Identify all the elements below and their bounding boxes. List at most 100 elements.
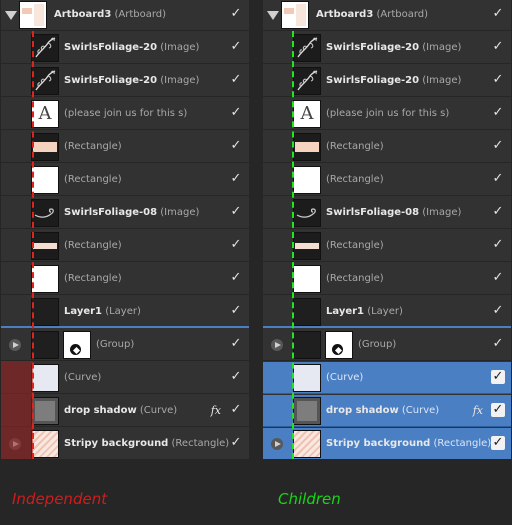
layer-thumbnail xyxy=(31,133,59,161)
visibility-checkbox[interactable]: ✓ xyxy=(229,271,243,285)
layer-thumbnail xyxy=(31,199,59,227)
layer-row[interactable]: Layer1 (Layer) ✓ xyxy=(1,296,249,328)
layer-thumbnail xyxy=(293,364,321,392)
layer-row[interactable]: (Rectangle) ✓ xyxy=(263,164,511,196)
layer-type: (Rectangle) xyxy=(326,141,384,152)
layer-row[interactable]: A (please join us for this s) ✓ xyxy=(263,98,511,130)
visibility-checkbox[interactable]: ✓ xyxy=(491,403,505,417)
layer-row[interactable]: (Curve) ✓ xyxy=(1,362,249,394)
visibility-checkbox[interactable]: ✓ xyxy=(491,337,505,351)
layer-row[interactable]: A (please join us for this s) ✓ xyxy=(1,98,249,130)
layer-row[interactable]: SwirlsFoliage-20 (Image) ✓ xyxy=(1,65,249,97)
layer-row[interactable]: (Rectangle) ✓ xyxy=(263,230,511,262)
layer-row[interactable]: (Rectangle) ✓ xyxy=(1,230,249,262)
visibility-checkbox[interactable]: ✓ xyxy=(229,7,243,21)
layer-row[interactable]: Stripy background (Rectangle) ✓ xyxy=(1,428,249,459)
layer-row[interactable]: (Rectangle) ✓ xyxy=(1,164,249,196)
visibility-checkbox[interactable]: ✓ xyxy=(229,106,243,120)
layer-label: (Curve) xyxy=(326,362,363,394)
layer-thumbnail xyxy=(293,397,321,425)
visibility-checkbox[interactable]: ✓ xyxy=(229,370,243,384)
layer-row[interactable]: Artboard3 (Artboard) ✓ xyxy=(1,0,249,31)
expand-arrow-icon[interactable] xyxy=(271,438,283,450)
visibility-checkbox[interactable]: ✓ xyxy=(229,436,243,450)
fx-icon[interactable]: fx xyxy=(473,395,483,427)
expand-arrow-icon[interactable] xyxy=(9,339,21,351)
visibility-checkbox[interactable]: ✓ xyxy=(491,205,505,219)
visibility-checkbox[interactable]: ✓ xyxy=(229,304,243,318)
layer-row[interactable]: SwirlsFoliage-20 (Image) ✓ xyxy=(263,65,511,97)
layer-row[interactable]: Stripy background (Rectangle) ✓ xyxy=(263,428,511,459)
caption-children: Children xyxy=(278,490,341,508)
layer-label: drop shadow (Curve) xyxy=(64,395,177,427)
layer-row[interactable]: SwirlsFoliage-20 (Image) ✓ xyxy=(1,32,249,64)
layer-type: (Artboard) xyxy=(114,9,167,20)
layer-type: (Image) xyxy=(160,42,200,53)
layer-drop-indicator xyxy=(1,326,249,328)
visibility-checkbox[interactable]: ✓ xyxy=(491,436,505,450)
layer-type: (Rectangle) xyxy=(64,240,122,251)
visibility-checkbox[interactable]: ✓ xyxy=(491,238,505,252)
layer-row[interactable]: (Group) ✓ xyxy=(263,329,511,361)
layer-thumbnail xyxy=(293,199,321,227)
visibility-checkbox[interactable]: ✓ xyxy=(229,172,243,186)
layer-name: Layer1 xyxy=(64,306,103,317)
layer-row[interactable]: SwirlsFoliage-20 (Image) ✓ xyxy=(263,32,511,64)
layer-row[interactable]: (Rectangle) ✓ xyxy=(263,263,511,295)
layer-thumbnail xyxy=(31,265,59,293)
visibility-checkbox[interactable]: ✓ xyxy=(491,73,505,87)
layer-thumbnail xyxy=(31,430,59,458)
visibility-checkbox[interactable]: ✓ xyxy=(229,403,243,417)
group-thumbnail xyxy=(63,331,91,359)
visibility-checkbox[interactable]: ✓ xyxy=(491,106,505,120)
layer-row[interactable]: (Rectangle) ✓ xyxy=(263,131,511,163)
layer-name: SwirlsFoliage-08 xyxy=(326,207,420,218)
layer-row[interactable]: Artboard3 (Artboard) ✓ xyxy=(263,0,511,31)
layer-type: (Curve) xyxy=(401,405,440,416)
visibility-checkbox[interactable]: ✓ xyxy=(229,238,243,252)
layer-thumbnail xyxy=(293,166,321,194)
layer-type: (Layer) xyxy=(367,306,403,317)
layer-row[interactable]: (Curve) ✓ xyxy=(263,362,511,394)
visibility-checkbox[interactable]: ✓ xyxy=(491,304,505,318)
layer-thumbnail: A xyxy=(293,100,321,128)
layer-name: drop shadow xyxy=(326,405,399,416)
layer-type: (Curve) xyxy=(64,372,102,383)
layer-row[interactable]: Layer1 (Layer) ✓ xyxy=(263,296,511,328)
visibility-checkbox[interactable]: ✓ xyxy=(491,139,505,153)
layer-row[interactable]: (Rectangle) ✓ xyxy=(1,263,249,295)
layer-type: (Curve) xyxy=(326,372,364,383)
visibility-checkbox[interactable]: ✓ xyxy=(491,172,505,186)
expand-arrow-icon[interactable] xyxy=(271,339,283,351)
layer-name: Stripy background xyxy=(64,438,169,449)
layer-label: (please join us for this s) xyxy=(326,98,449,130)
visibility-checkbox[interactable]: ✓ xyxy=(491,7,505,21)
visibility-checkbox[interactable]: ✓ xyxy=(229,40,243,54)
collapse-triangle-icon[interactable] xyxy=(267,11,279,20)
collapse-triangle-icon[interactable] xyxy=(5,11,17,20)
visibility-checkbox[interactable]: ✓ xyxy=(491,40,505,54)
layer-thumbnail xyxy=(31,34,59,62)
layer-label: Stripy background (Rectangle) xyxy=(64,428,229,459)
group-thumbnail xyxy=(325,331,353,359)
layer-row[interactable]: SwirlsFoliage-08 (Image) ✓ xyxy=(1,197,249,229)
layer-row[interactable]: (Rectangle) ✓ xyxy=(1,131,249,163)
layer-name: SwirlsFoliage-20 xyxy=(64,42,158,53)
fx-icon[interactable]: fx xyxy=(211,395,221,427)
layer-row[interactable]: drop shadow (Curve) fx ✓ xyxy=(263,395,511,427)
visibility-checkbox[interactable]: ✓ xyxy=(229,73,243,87)
layer-row[interactable]: (Group) ✓ xyxy=(1,329,249,361)
visibility-checkbox[interactable]: ✓ xyxy=(491,271,505,285)
layer-type: (Rectangle) xyxy=(326,240,384,251)
visibility-checkbox[interactable]: ✓ xyxy=(491,370,505,384)
layer-type: (please join us for this s) xyxy=(326,108,450,119)
visibility-checkbox[interactable]: ✓ xyxy=(229,139,243,153)
layer-label: (Group) xyxy=(358,329,396,361)
layer-row[interactable]: drop shadow (Curve) fx ✓ xyxy=(1,395,249,427)
visibility-checkbox[interactable]: ✓ xyxy=(229,205,243,219)
layer-type: (Rectangle) xyxy=(326,273,384,284)
layer-thumbnail xyxy=(31,232,59,260)
visibility-checkbox[interactable]: ✓ xyxy=(229,337,243,351)
layer-type: (Image) xyxy=(422,75,462,86)
layer-row[interactable]: SwirlsFoliage-08 (Image) ✓ xyxy=(263,197,511,229)
